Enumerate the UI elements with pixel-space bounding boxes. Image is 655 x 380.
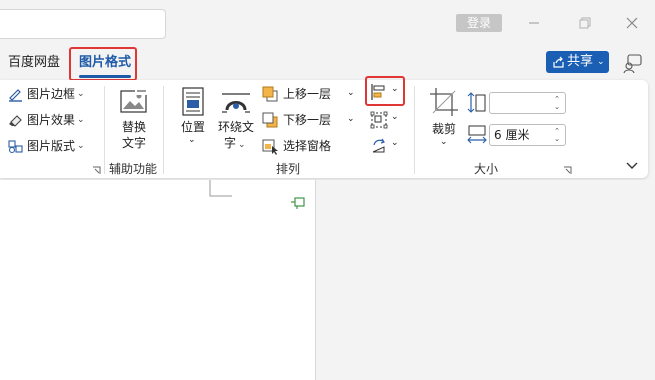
chevron-down-icon[interactable]: ⌄ bbox=[347, 114, 355, 124]
search-box[interactable] bbox=[0, 9, 166, 39]
group-divider bbox=[104, 86, 105, 174]
picture-layout-label: 图片版式 bbox=[27, 139, 76, 153]
width-input[interactable]: 6 厘米 ⌃ ⌄ bbox=[489, 124, 566, 146]
chevron-down-icon: ⌄ bbox=[188, 135, 196, 145]
send-backward-label: 下移一层 bbox=[283, 113, 332, 127]
selection-pane-button[interactable]: 选择窗格 bbox=[262, 136, 331, 156]
active-tab-underline bbox=[79, 75, 131, 78]
tab-picture-format[interactable]: 图片格式 bbox=[79, 54, 131, 72]
wrap-text-button[interactable]: 环绕文 字 ⌄ bbox=[214, 86, 258, 152]
alt-text-button[interactable]: 替换 文字 bbox=[114, 86, 154, 152]
wrap-text-icon bbox=[222, 93, 250, 113]
chevron-down-icon: ⌄ bbox=[77, 89, 85, 99]
margin-corner-mark bbox=[209, 180, 232, 197]
position-button[interactable]: 位置 ⌄ bbox=[175, 86, 211, 152]
picture-effects-button[interactable]: 图片效果 ⌄ bbox=[8, 110, 85, 130]
rotate-button[interactable]: ⌄ bbox=[368, 137, 402, 155]
dialog-launcher-icon[interactable] bbox=[563, 166, 572, 175]
rotate-icon bbox=[372, 138, 385, 153]
selection-pane-icon bbox=[262, 139, 278, 155]
spin-down-icon[interactable]: ⌄ bbox=[552, 135, 562, 143]
picture-border-button[interactable]: 图片边框 ⌄ bbox=[8, 84, 85, 104]
document-margin-area bbox=[315, 180, 655, 380]
group-objects-icon bbox=[370, 111, 388, 129]
layout-options-icon[interactable] bbox=[290, 196, 306, 210]
picture-layout-button[interactable]: 图片版式 ⌄ bbox=[8, 136, 85, 156]
group-objects-button[interactable]: ⌄ bbox=[368, 111, 402, 129]
wrap-text-label-2-row: 字 ⌄ bbox=[224, 135, 246, 153]
minimize-icon[interactable] bbox=[521, 10, 547, 36]
align-left-icon bbox=[371, 84, 385, 100]
group-label-size: 大小 bbox=[474, 162, 499, 176]
spin-up-icon[interactable]: ⌃ bbox=[552, 127, 562, 135]
share-label: 共享 bbox=[567, 54, 594, 69]
chevron-down-icon: ⌄ bbox=[238, 140, 246, 150]
chevron-down-icon[interactable]: ⌄ bbox=[347, 88, 355, 98]
position-label: 位置 bbox=[180, 120, 205, 134]
bring-forward-button[interactable]: 上移一层 bbox=[262, 84, 331, 104]
chevron-down-icon: ⌄ bbox=[391, 138, 399, 148]
crop-label: 裁剪 bbox=[431, 122, 456, 136]
wrap-text-label-1: 环绕文 bbox=[217, 120, 254, 134]
eraser-icon bbox=[9, 114, 22, 127]
pencil-icon bbox=[9, 88, 22, 102]
login-button[interactable]: 登录 bbox=[456, 14, 502, 32]
share-icon bbox=[553, 56, 564, 68]
crop-button[interactable]: 裁剪 ⌄ bbox=[426, 86, 462, 152]
shape-height-icon bbox=[467, 92, 486, 113]
send-backward-icon bbox=[262, 112, 278, 127]
share-button[interactable]: 共享 ⌄ bbox=[546, 51, 609, 73]
spin-down-icon[interactable]: ⌄ bbox=[552, 103, 562, 111]
alt-text-label-1: 替换 bbox=[121, 120, 146, 134]
width-value: 6 厘米 bbox=[494, 128, 530, 142]
close-icon[interactable] bbox=[619, 10, 645, 36]
align-button[interactable]: ⌄ bbox=[368, 83, 402, 101]
group-divider bbox=[163, 86, 164, 174]
chevron-down-icon: ⌄ bbox=[77, 115, 85, 125]
feedback-icon[interactable] bbox=[622, 52, 644, 74]
dialog-launcher-icon[interactable] bbox=[92, 166, 101, 175]
chevron-down-icon: ⌄ bbox=[597, 57, 605, 67]
alt-text-label-2: 文字 bbox=[121, 136, 146, 150]
picture-border-label: 图片边框 bbox=[27, 87, 76, 101]
collapse-ribbon-icon[interactable] bbox=[626, 161, 638, 171]
restore-icon[interactable] bbox=[571, 10, 597, 36]
spin-up-icon[interactable]: ⌃ bbox=[552, 95, 562, 103]
height-input[interactable]: ⌃ ⌄ bbox=[489, 92, 566, 114]
chevron-down-icon: ⌄ bbox=[440, 137, 448, 147]
bring-forward-label: 上移一层 bbox=[283, 87, 332, 101]
chevron-down-icon: ⌄ bbox=[391, 84, 399, 94]
tab-baidu-netdisk[interactable]: 百度网盘 bbox=[8, 54, 60, 72]
selection-pane-label: 选择窗格 bbox=[283, 139, 332, 153]
crop-icon bbox=[430, 88, 458, 116]
document-page[interactable] bbox=[0, 180, 315, 380]
group-divider bbox=[414, 86, 415, 174]
layout-icon bbox=[8, 139, 23, 153]
chevron-down-icon: ⌄ bbox=[77, 141, 85, 151]
send-backward-button[interactable]: 下移一层 bbox=[262, 110, 331, 130]
picture-effects-label: 图片效果 bbox=[27, 113, 76, 127]
wrap-text-label-2: 字 bbox=[224, 136, 237, 150]
group-label-arrange: 排列 bbox=[276, 162, 301, 176]
shape-width-icon bbox=[467, 125, 487, 144]
group-label-accessibility: 辅助功能 bbox=[109, 162, 158, 176]
alt-text-icon bbox=[120, 88, 147, 113]
bring-forward-icon bbox=[262, 86, 278, 101]
position-icon bbox=[182, 87, 204, 116]
chevron-down-icon: ⌄ bbox=[391, 112, 399, 122]
